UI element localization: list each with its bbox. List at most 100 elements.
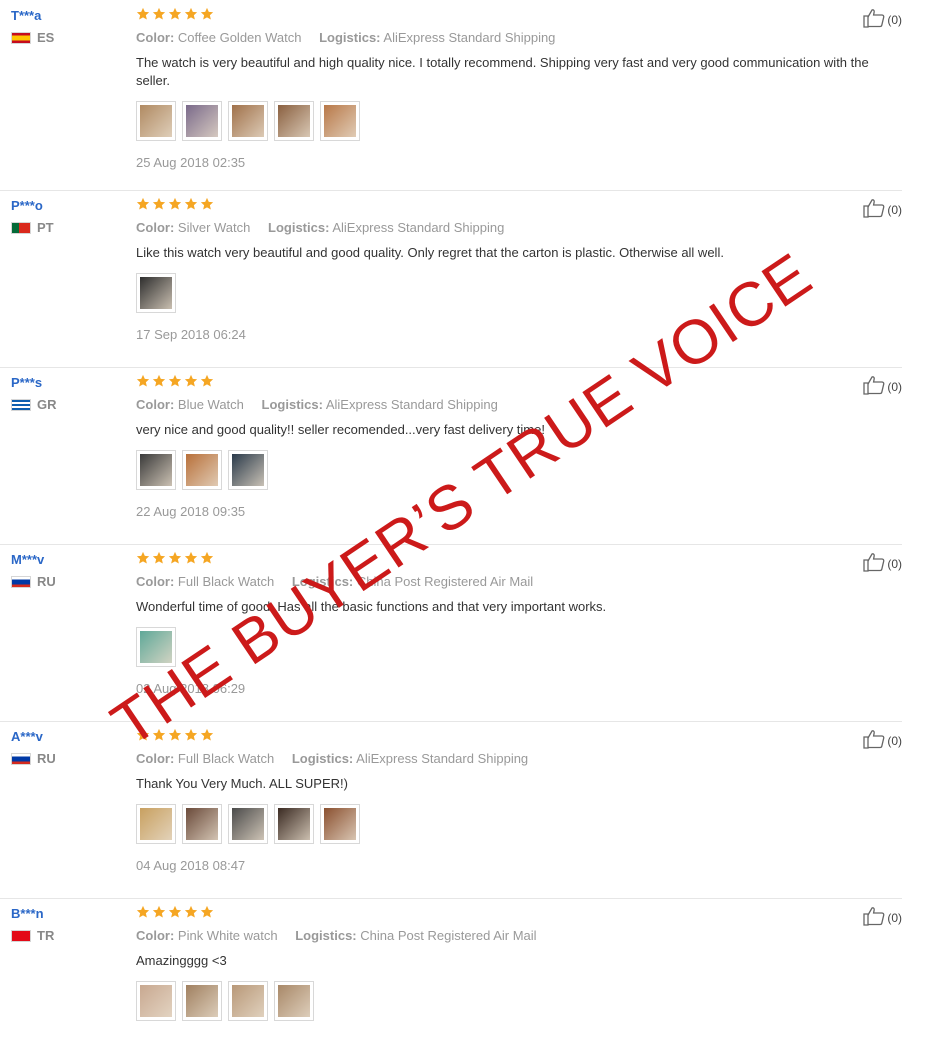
- country-code: PT: [37, 220, 54, 235]
- color-label: Color:: [136, 397, 175, 412]
- review-photo[interactable]: [182, 101, 222, 141]
- reviewer-name[interactable]: A***v: [11, 728, 121, 745]
- reviewer-name[interactable]: M***v: [11, 551, 121, 568]
- helpful-button[interactable]: (0): [863, 906, 902, 929]
- reviewer-name[interactable]: P***s: [11, 374, 121, 391]
- reviewer-info: M***v RU: [11, 551, 121, 589]
- review-item: A***v RU Color: Full Black Watch Logistics…: [0, 721, 902, 899]
- star-icon: [200, 374, 214, 388]
- color-value: Pink White watch: [177, 928, 278, 943]
- review-photos: [136, 101, 881, 141]
- helpful-button[interactable]: (0): [863, 198, 902, 221]
- star-icon: [184, 7, 198, 21]
- helpful-button[interactable]: (0): [863, 729, 902, 752]
- country-code: RU: [37, 574, 56, 589]
- flag-icon: [11, 31, 31, 44]
- star-icon: [184, 905, 198, 919]
- review-photos: [136, 273, 881, 313]
- review-photo[interactable]: [136, 450, 176, 490]
- helpful-count: (0): [887, 733, 902, 748]
- star-icon: [152, 551, 166, 565]
- review-photo[interactable]: [274, 981, 314, 1021]
- review-date: 17 Sep 2018 06:24: [136, 327, 246, 342]
- star-icon: [200, 551, 214, 565]
- flag-icon: [11, 752, 31, 765]
- color-value: Full Black Watch: [177, 751, 275, 766]
- star-icon: [152, 905, 166, 919]
- review-text: Thank You Very Much. ALL SUPER!): [136, 776, 348, 791]
- review-photo[interactable]: [320, 804, 360, 844]
- country-code: ES: [37, 30, 55, 45]
- logistics-value: AliExpress Standard Shipping: [325, 397, 498, 412]
- reviewer-country: PT: [11, 220, 121, 235]
- review-item: B***n TR Color: Pink White watch Logistics…: [0, 898, 902, 1040]
- review-photo[interactable]: [228, 804, 268, 844]
- logistics-label: Logistics:: [261, 397, 323, 412]
- helpful-count: (0): [887, 12, 902, 27]
- star-rating: [136, 374, 881, 390]
- review-photo[interactable]: [320, 101, 360, 141]
- color-label: Color:: [136, 751, 175, 766]
- review-photo[interactable]: [228, 981, 268, 1021]
- star-icon: [200, 197, 214, 211]
- star-icon: [200, 7, 214, 21]
- thumbs-up-icon: [863, 198, 887, 221]
- star-icon: [152, 728, 166, 742]
- color-label: Color:: [136, 30, 175, 45]
- review-content: Color: Silver Watch Logistics: AliExpres…: [136, 197, 881, 342]
- star-icon: [152, 197, 166, 211]
- reviewer-name[interactable]: B***n: [11, 905, 121, 922]
- star-icon: [184, 728, 198, 742]
- review-photo[interactable]: [136, 627, 176, 667]
- review-photo[interactable]: [182, 981, 222, 1021]
- star-icon: [168, 197, 182, 211]
- star-icon: [152, 374, 166, 388]
- helpful-button[interactable]: (0): [863, 8, 902, 31]
- flag-icon: [11, 575, 31, 588]
- review-meta: Color: Blue Watch Logistics: AliExpress …: [136, 397, 881, 413]
- review-photo[interactable]: [136, 981, 176, 1021]
- review-photos: [136, 981, 881, 1021]
- review-photo[interactable]: [274, 804, 314, 844]
- logistics-label: Logistics:: [268, 220, 330, 235]
- helpful-count: (0): [887, 379, 902, 394]
- star-icon: [136, 7, 150, 21]
- reviewer-country: TR: [11, 928, 121, 943]
- logistics-value: AliExpress Standard Shipping: [332, 220, 505, 235]
- logistics-value: AliExpress Standard Shipping: [383, 30, 556, 45]
- review-content: Color: Coffee Golden Watch Logistics: Al…: [136, 7, 881, 170]
- review-photo[interactable]: [274, 101, 314, 141]
- reviewer-country: RU: [11, 751, 121, 766]
- thumbs-up-icon: [863, 906, 887, 929]
- star-icon: [136, 551, 150, 565]
- helpful-button[interactable]: (0): [863, 375, 902, 398]
- review-meta: Color: Pink White watch Logistics: China…: [136, 928, 881, 944]
- review-photo[interactable]: [136, 273, 176, 313]
- reviewer-name[interactable]: T***a: [11, 7, 121, 24]
- reviewer-name[interactable]: P***o: [11, 197, 121, 214]
- star-icon: [168, 374, 182, 388]
- review-photos: [136, 450, 881, 490]
- helpful-count: (0): [887, 910, 902, 925]
- logistics-label: Logistics:: [295, 928, 357, 943]
- review-photo[interactable]: [228, 450, 268, 490]
- star-icon: [168, 728, 182, 742]
- review-photo[interactable]: [182, 450, 222, 490]
- flag-icon: [11, 929, 31, 942]
- color-label: Color:: [136, 220, 175, 235]
- review-photo[interactable]: [136, 804, 176, 844]
- color-value: Silver Watch: [177, 220, 251, 235]
- color-value: Blue Watch: [177, 397, 244, 412]
- review-photo[interactable]: [136, 101, 176, 141]
- review-text: Like this watch very beautiful and good …: [136, 245, 724, 260]
- logistics-label: Logistics:: [291, 574, 354, 589]
- helpful-button[interactable]: (0): [863, 552, 902, 575]
- star-icon: [152, 7, 166, 21]
- review-photos: [136, 804, 881, 844]
- color-label: Color:: [136, 574, 175, 589]
- flag-icon: [11, 398, 31, 411]
- review-photo[interactable]: [182, 804, 222, 844]
- review-photo[interactable]: [228, 101, 268, 141]
- country-code: TR: [37, 928, 55, 943]
- reviewer-info: T***a ES: [11, 7, 121, 45]
